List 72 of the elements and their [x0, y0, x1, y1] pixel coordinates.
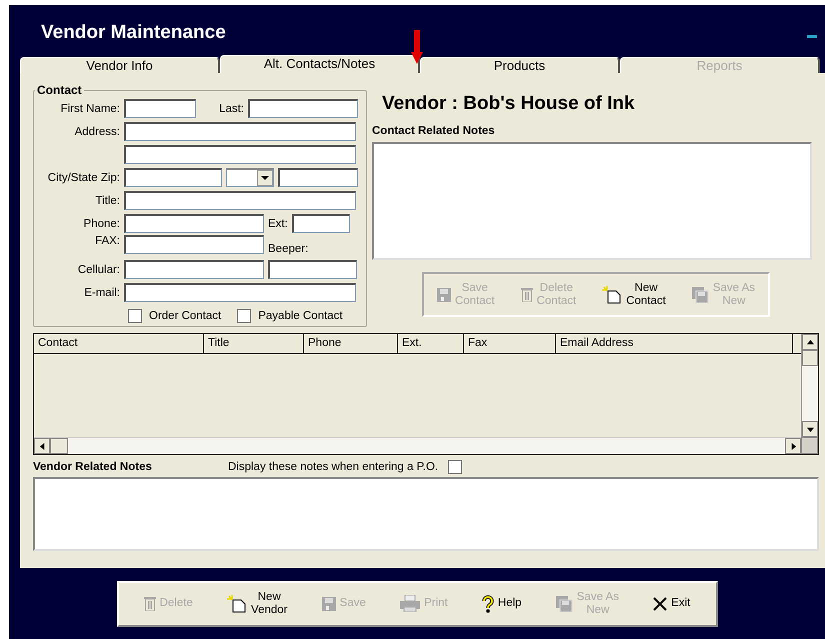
close-icon [653, 596, 668, 610]
column-header[interactable]: Phone [304, 334, 398, 353]
new-button[interactable]: New Vendor [223, 588, 292, 618]
printer-icon [400, 595, 420, 612]
text-field[interactable] [124, 235, 264, 254]
scroll-arrow-icon [806, 338, 814, 346]
checkbox-label[interactable]: Payable Contact [237, 308, 343, 322]
checkbox-label[interactable]: Order Contact [128, 308, 222, 322]
checkbox[interactable] [448, 460, 462, 474]
window-title: Vendor Maintenance [41, 21, 226, 44]
field-label: Cellular: [76, 264, 120, 276]
down-arrow-icon [411, 30, 423, 64]
exit-button[interactable]: Exit [649, 594, 694, 612]
checkbox[interactable] [128, 308, 142, 322]
text-field[interactable] [124, 214, 264, 233]
scroll-arrow-icon [790, 442, 796, 450]
new-page-icon [227, 594, 248, 612]
horizontal-scrollbar[interactable] [34, 437, 801, 454]
minimize-button[interactable] [807, 34, 817, 38]
state-dropdown[interactable] [226, 168, 274, 187]
text-field[interactable] [124, 122, 356, 141]
scroll-thumb[interactable] [802, 350, 818, 366]
tab[interactable]: Alt. Contacts/Notes [220, 55, 420, 73]
scroll-arrow-icon [806, 426, 814, 432]
text-field[interactable] [268, 260, 357, 279]
scroll-thumb[interactable] [50, 438, 68, 454]
field-label: E-mail: [83, 286, 120, 298]
field-label: Beeper: [268, 243, 308, 255]
checkbox-label[interactable]: Display these notes when entering a P.O. [228, 460, 462, 474]
field-label: Last: [218, 102, 244, 114]
floppy-disks-icon [556, 596, 573, 612]
field-label: Phone: [82, 218, 120, 230]
checkbox[interactable] [237, 308, 252, 322]
column-header[interactable]: Contact [34, 334, 204, 353]
text-field[interactable] [124, 145, 356, 164]
column-header[interactable]: Email Address [556, 334, 793, 353]
floppy-disks-icon [692, 286, 709, 302]
group-title: Contact [36, 83, 83, 97]
notes-field[interactable] [33, 477, 819, 551]
trash-can-icon [144, 596, 156, 611]
text-field[interactable] [248, 99, 358, 118]
new-page-icon [602, 286, 622, 304]
text-field[interactable] [124, 191, 356, 210]
trash-can-icon [520, 287, 533, 302]
text-field[interactable] [278, 168, 358, 187]
field-label: Address: [74, 126, 120, 138]
field-label: First Name: [60, 102, 120, 114]
vendor-heading: Vendor : Bob's House of Ink [382, 93, 636, 116]
section-label: Vendor Related Notes [33, 461, 153, 473]
section-label: Contact Related Notes [372, 125, 496, 139]
question-mark-icon [482, 594, 494, 612]
scrollbar-corner [801, 437, 818, 454]
field-label: Title: [94, 194, 120, 206]
tab[interactable]: Vendor Info [20, 57, 220, 73]
scroll-arrow-icon [38, 442, 46, 450]
column-header[interactable]: Fax [464, 334, 556, 353]
dropdown-arrow-icon [261, 176, 269, 180]
new-button[interactable]: New Contact [598, 280, 670, 310]
text-field[interactable] [124, 168, 222, 187]
text-field[interactable] [292, 214, 350, 233]
vertical-scrollbar[interactable] [801, 334, 818, 437]
help-button[interactable]: Help [478, 592, 526, 614]
text-field[interactable] [124, 99, 196, 118]
field-label: City/State Zip: [46, 172, 120, 184]
notes-field[interactable] [372, 142, 812, 260]
text-field[interactable] [124, 283, 356, 302]
column-header[interactable]: Title [204, 334, 304, 353]
field-label: Ext: [268, 218, 288, 230]
column-header[interactable]: Ext. [398, 334, 464, 353]
text-field[interactable] [124, 260, 264, 279]
field-label: FAX: [94, 235, 120, 247]
tab[interactable]: Products [420, 57, 620, 73]
